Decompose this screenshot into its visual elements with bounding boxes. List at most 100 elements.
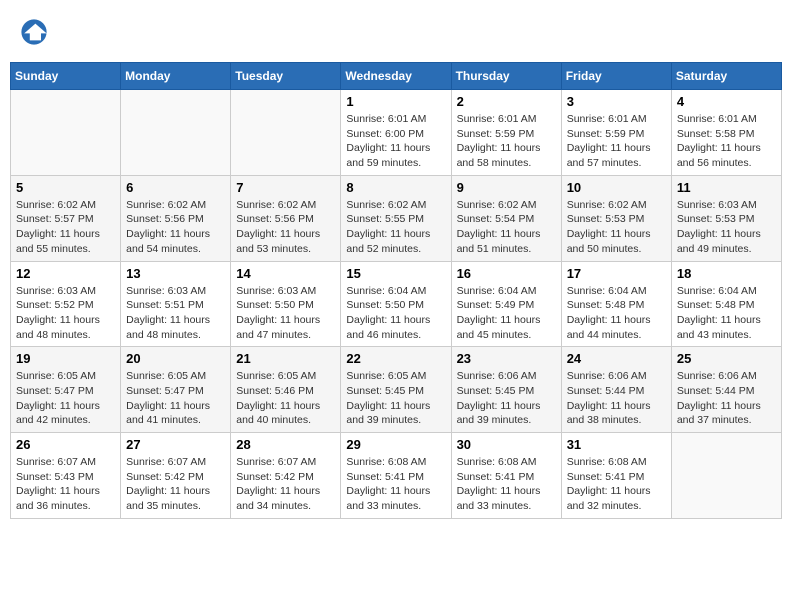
day-cell: 8Sunrise: 6:02 AM Sunset: 5:55 PM Daylig… bbox=[341, 175, 451, 261]
day-info: Sunrise: 6:03 AM Sunset: 5:52 PM Dayligh… bbox=[16, 284, 115, 343]
weekday-header-saturday: Saturday bbox=[671, 63, 781, 90]
calendar-body: 1 Sunrise: 6:01 AM Sunset: 6:00 PM Daylig… bbox=[11, 90, 782, 519]
day-number: 12 bbox=[16, 266, 115, 281]
day-number: 6 bbox=[126, 180, 225, 195]
logo-icon bbox=[20, 18, 48, 46]
day-number: 4 bbox=[677, 94, 776, 109]
day-number: 26 bbox=[16, 437, 115, 452]
day-number: 18 bbox=[677, 266, 776, 281]
logo bbox=[20, 18, 52, 46]
day-number: 14 bbox=[236, 266, 335, 281]
day-info: Sunrise: 6:04 AM Sunset: 5:49 PM Dayligh… bbox=[457, 284, 556, 343]
day-info: Sunrise: 6:02 AM Sunset: 5:55 PM Dayligh… bbox=[346, 198, 445, 257]
day-info: Sunrise: 6:03 AM Sunset: 5:51 PM Dayligh… bbox=[126, 284, 225, 343]
weekday-header-wednesday: Wednesday bbox=[341, 63, 451, 90]
day-cell: 29 Sunrise: 6:08 AM Sunset: 5:41 PM Dayli… bbox=[341, 433, 451, 519]
day-cell: 3Sunrise: 6:01 AM Sunset: 5:59 PM Daylig… bbox=[561, 90, 671, 176]
day-number: 9 bbox=[457, 180, 556, 195]
day-cell bbox=[671, 433, 781, 519]
day-number: 17 bbox=[567, 266, 666, 281]
day-cell: 28 Sunrise: 6:07 AM Sunset: 5:42 PM Dayli… bbox=[231, 433, 341, 519]
day-info: Sunrise: 6:02 AM Sunset: 5:53 PM Dayligh… bbox=[567, 198, 666, 257]
day-cell: 26 Sunrise: 6:07 AM Sunset: 5:43 PM Dayli… bbox=[11, 433, 121, 519]
day-cell bbox=[121, 90, 231, 176]
day-cell: 1 Sunrise: 6:01 AM Sunset: 6:00 PM Daylig… bbox=[341, 90, 451, 176]
weekday-header-row: SundayMondayTuesdayWednesdayThursdayFrid… bbox=[11, 63, 782, 90]
page-header bbox=[10, 10, 782, 54]
day-info: Sunrise: 6:08 AM Sunset: 5:41 PM Dayligh… bbox=[346, 455, 445, 514]
day-info: Sunrise: 6:07 AM Sunset: 5:43 PM Dayligh… bbox=[16, 455, 115, 514]
day-cell: 24Sunrise: 6:06 AM Sunset: 5:44 PM Dayli… bbox=[561, 347, 671, 433]
day-info: Sunrise: 6:04 AM Sunset: 5:48 PM Dayligh… bbox=[677, 284, 776, 343]
weekday-header-friday: Friday bbox=[561, 63, 671, 90]
day-number: 11 bbox=[677, 180, 776, 195]
day-info: Sunrise: 6:02 AM Sunset: 5:54 PM Dayligh… bbox=[457, 198, 556, 257]
weekday-header-sunday: Sunday bbox=[11, 63, 121, 90]
day-cell: 11Sunrise: 6:03 AM Sunset: 5:53 PM Dayli… bbox=[671, 175, 781, 261]
day-cell: 17Sunrise: 6:04 AM Sunset: 5:48 PM Dayli… bbox=[561, 261, 671, 347]
day-info: Sunrise: 6:08 AM Sunset: 5:41 PM Dayligh… bbox=[567, 455, 666, 514]
day-cell: 16Sunrise: 6:04 AM Sunset: 5:49 PM Dayli… bbox=[451, 261, 561, 347]
day-info: Sunrise: 6:05 AM Sunset: 5:47 PM Dayligh… bbox=[16, 369, 115, 428]
day-number: 22 bbox=[346, 351, 445, 366]
day-cell: 7 Sunrise: 6:02 AM Sunset: 5:56 PM Daylig… bbox=[231, 175, 341, 261]
day-cell: 27 Sunrise: 6:07 AM Sunset: 5:42 PM Dayli… bbox=[121, 433, 231, 519]
day-info: Sunrise: 6:05 AM Sunset: 5:47 PM Dayligh… bbox=[126, 369, 225, 428]
day-cell: 13 Sunrise: 6:03 AM Sunset: 5:51 PM Dayli… bbox=[121, 261, 231, 347]
day-cell: 20 Sunrise: 6:05 AM Sunset: 5:47 PM Dayli… bbox=[121, 347, 231, 433]
day-cell: 21 Sunrise: 6:05 AM Sunset: 5:46 PM Dayli… bbox=[231, 347, 341, 433]
day-cell: 22 Sunrise: 6:05 AM Sunset: 5:45 PM Dayli… bbox=[341, 347, 451, 433]
day-number: 28 bbox=[236, 437, 335, 452]
day-number: 21 bbox=[236, 351, 335, 366]
day-info: Sunrise: 6:07 AM Sunset: 5:42 PM Dayligh… bbox=[236, 455, 335, 514]
day-cell: 12 Sunrise: 6:03 AM Sunset: 5:52 PM Dayli… bbox=[11, 261, 121, 347]
day-cell: 14 Sunrise: 6:03 AM Sunset: 5:50 PM Dayli… bbox=[231, 261, 341, 347]
day-info: Sunrise: 6:08 AM Sunset: 5:41 PM Dayligh… bbox=[457, 455, 556, 514]
day-number: 20 bbox=[126, 351, 225, 366]
day-number: 10 bbox=[567, 180, 666, 195]
day-cell: 30 Sunrise: 6:08 AM Sunset: 5:41 PM Dayli… bbox=[451, 433, 561, 519]
day-cell: 18 Sunrise: 6:04 AM Sunset: 5:48 PM Dayli… bbox=[671, 261, 781, 347]
day-number: 5 bbox=[16, 180, 115, 195]
day-number: 19 bbox=[16, 351, 115, 366]
day-number: 2 bbox=[457, 94, 556, 109]
day-number: 1 bbox=[346, 94, 445, 109]
day-number: 27 bbox=[126, 437, 225, 452]
day-number: 13 bbox=[126, 266, 225, 281]
day-cell: 2 Sunrise: 6:01 AM Sunset: 5:59 PM Daylig… bbox=[451, 90, 561, 176]
weekday-header-tuesday: Tuesday bbox=[231, 63, 341, 90]
day-number: 25 bbox=[677, 351, 776, 366]
week-row-5: 26 Sunrise: 6:07 AM Sunset: 5:43 PM Dayli… bbox=[11, 433, 782, 519]
day-number: 31 bbox=[567, 437, 666, 452]
day-number: 29 bbox=[346, 437, 445, 452]
day-cell bbox=[231, 90, 341, 176]
calendar-table: SundayMondayTuesdayWednesdayThursdayFrid… bbox=[10, 62, 782, 519]
day-info: Sunrise: 6:06 AM Sunset: 5:44 PM Dayligh… bbox=[677, 369, 776, 428]
day-info: Sunrise: 6:06 AM Sunset: 5:45 PM Dayligh… bbox=[457, 369, 556, 428]
day-info: Sunrise: 6:05 AM Sunset: 5:45 PM Dayligh… bbox=[346, 369, 445, 428]
day-info: Sunrise: 6:02 AM Sunset: 5:56 PM Dayligh… bbox=[236, 198, 335, 257]
weekday-header-monday: Monday bbox=[121, 63, 231, 90]
day-info: Sunrise: 6:07 AM Sunset: 5:42 PM Dayligh… bbox=[126, 455, 225, 514]
week-row-2: 5 Sunrise: 6:02 AM Sunset: 5:57 PM Daylig… bbox=[11, 175, 782, 261]
day-info: Sunrise: 6:03 AM Sunset: 5:50 PM Dayligh… bbox=[236, 284, 335, 343]
day-cell: 5 Sunrise: 6:02 AM Sunset: 5:57 PM Daylig… bbox=[11, 175, 121, 261]
day-cell: 4Sunrise: 6:01 AM Sunset: 5:58 PM Daylig… bbox=[671, 90, 781, 176]
day-number: 3 bbox=[567, 94, 666, 109]
day-cell bbox=[11, 90, 121, 176]
day-cell: 10 Sunrise: 6:02 AM Sunset: 5:53 PM Dayli… bbox=[561, 175, 671, 261]
day-number: 30 bbox=[457, 437, 556, 452]
day-info: Sunrise: 6:02 AM Sunset: 5:57 PM Dayligh… bbox=[16, 198, 115, 257]
week-row-3: 12 Sunrise: 6:03 AM Sunset: 5:52 PM Dayli… bbox=[11, 261, 782, 347]
day-cell: 9 Sunrise: 6:02 AM Sunset: 5:54 PM Daylig… bbox=[451, 175, 561, 261]
day-info: Sunrise: 6:06 AM Sunset: 5:44 PM Dayligh… bbox=[567, 369, 666, 428]
day-info: Sunrise: 6:01 AM Sunset: 5:59 PM Dayligh… bbox=[457, 112, 556, 171]
day-cell: 15Sunrise: 6:04 AM Sunset: 5:50 PM Dayli… bbox=[341, 261, 451, 347]
week-row-1: 1 Sunrise: 6:01 AM Sunset: 6:00 PM Daylig… bbox=[11, 90, 782, 176]
day-info: Sunrise: 6:01 AM Sunset: 6:00 PM Dayligh… bbox=[346, 112, 445, 171]
day-info: Sunrise: 6:05 AM Sunset: 5:46 PM Dayligh… bbox=[236, 369, 335, 428]
day-number: 23 bbox=[457, 351, 556, 366]
day-number: 7 bbox=[236, 180, 335, 195]
week-row-4: 19 Sunrise: 6:05 AM Sunset: 5:47 PM Dayli… bbox=[11, 347, 782, 433]
day-cell: 25 Sunrise: 6:06 AM Sunset: 5:44 PM Dayli… bbox=[671, 347, 781, 433]
